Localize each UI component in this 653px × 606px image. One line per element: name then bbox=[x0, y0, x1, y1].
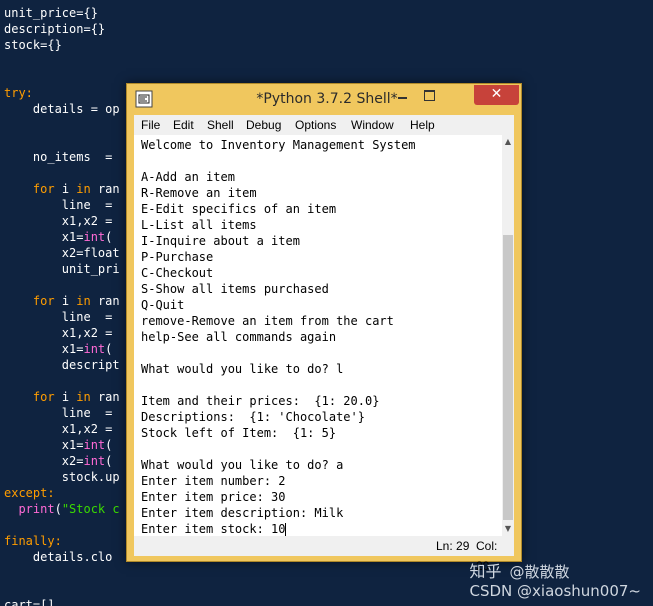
idle-app-icon bbox=[135, 90, 153, 108]
code-line: for i in ran bbox=[32, 294, 120, 308]
scroll-thumb[interactable] bbox=[503, 235, 513, 520]
menu-bar: File Edit Shell Debug Options Window Hel… bbox=[134, 115, 514, 135]
minimize-button[interactable] bbox=[389, 85, 416, 105]
python-shell-window[interactable]: *Python 3.7.2 Shell* ✕ File Edit Shell D… bbox=[126, 83, 522, 573]
shell-line: Descriptions: {1: 'Chocolate'} bbox=[141, 410, 365, 424]
code-line: try: bbox=[4, 86, 33, 100]
menu-window[interactable]: Window bbox=[351, 115, 394, 135]
code-line: cart=[] bbox=[4, 598, 55, 606]
shell-line: Q-Quit bbox=[141, 298, 185, 312]
shell-line: Enter item number: 2 bbox=[141, 474, 286, 488]
close-button[interactable]: ✕ bbox=[474, 85, 519, 105]
code-line: line = bbox=[4, 406, 113, 420]
code-line: description={} bbox=[4, 22, 106, 36]
code-line: unit_price={} bbox=[4, 6, 98, 20]
watermark-brand: 知乎 bbox=[469, 562, 502, 581]
shell-line: Enter item stock: 10 bbox=[141, 522, 286, 536]
code-line: for i in ran bbox=[32, 182, 120, 196]
shell-line: remove-Remove an item from the cart bbox=[141, 314, 394, 328]
menu-shell[interactable]: Shell bbox=[207, 115, 234, 135]
code-line: print("Stock c bbox=[18, 502, 120, 516]
maximize-icon bbox=[424, 90, 435, 101]
shell-line: Enter item price: 30 bbox=[141, 490, 286, 504]
shell-line: S-Show all items purchased bbox=[141, 282, 329, 296]
shell-line: C-Checkout bbox=[141, 266, 214, 280]
code-line: line = bbox=[4, 198, 113, 212]
shell-line: A-Add an item bbox=[141, 170, 235, 184]
shell-line: R-Remove an item bbox=[141, 186, 257, 200]
minimize-icon bbox=[398, 97, 407, 99]
maximize-button[interactable] bbox=[416, 85, 443, 105]
code-line: x1=int( bbox=[4, 342, 113, 356]
code-line: no_items = bbox=[4, 150, 113, 164]
code-line: x1,x2 = bbox=[4, 422, 113, 436]
menu-debug[interactable]: Debug bbox=[246, 115, 281, 135]
status-bar: Ln: 29 Col: 20 bbox=[134, 536, 514, 573]
column-number: Col: 20 bbox=[476, 539, 498, 573]
code-line: x1=int( bbox=[4, 230, 113, 244]
shell-line: E-Edit specifics of an item bbox=[141, 202, 337, 216]
code-line: x2=float bbox=[4, 246, 120, 260]
code-line: x2=int( bbox=[4, 454, 113, 468]
watermark-author: @散散散 bbox=[509, 563, 570, 581]
menu-file[interactable]: File bbox=[141, 115, 160, 135]
scroll-down-arrow-icon[interactable]: ▼ bbox=[502, 522, 514, 536]
shell-line: Stock left of Item: {1: 5} bbox=[141, 426, 337, 440]
code-line: finally: bbox=[4, 534, 62, 548]
line-number: Ln: 29 bbox=[436, 539, 470, 553]
scroll-up-arrow-icon[interactable]: ▲ bbox=[502, 135, 514, 149]
shell-line: What would you like to do? l bbox=[141, 362, 344, 376]
shell-line: Enter item description: Milk bbox=[141, 506, 344, 520]
watermark: 知乎 @散散散 CSDN @xiaoshun007~ bbox=[470, 558, 641, 600]
shell-line: What would you like to do? a bbox=[141, 458, 344, 472]
code-line: descript bbox=[4, 358, 120, 372]
code-line: line = bbox=[4, 310, 113, 324]
code-line: x1,x2 = bbox=[4, 214, 113, 228]
code-line: except: bbox=[4, 486, 55, 500]
close-icon: ✕ bbox=[490, 86, 503, 102]
shell-line: L-List all items bbox=[141, 218, 257, 232]
shell-line: I-Inquire about a item bbox=[141, 234, 300, 248]
code-line: details.clo bbox=[4, 550, 113, 564]
code-line: for i in ran bbox=[32, 390, 120, 404]
code-line: stock.up bbox=[4, 470, 120, 484]
shell-output-area[interactable]: Welcome to Inventory Management System A-… bbox=[134, 135, 502, 536]
menu-options[interactable]: Options bbox=[295, 115, 336, 135]
text-cursor bbox=[285, 523, 287, 536]
code-line: x1=int( bbox=[4, 438, 113, 452]
shell-line: help-See all commands again bbox=[141, 330, 337, 344]
watermark-csdn: CSDN @xiaoshun007~ bbox=[469, 582, 641, 600]
code-line: unit_pri bbox=[4, 262, 120, 276]
code-line: x1,x2 = bbox=[4, 326, 113, 340]
shell-line: Welcome to Inventory Management System bbox=[141, 138, 416, 152]
title-bar[interactable]: *Python 3.7.2 Shell* ✕ bbox=[127, 84, 521, 115]
code-line: details = op bbox=[4, 102, 120, 116]
shell-line: Item and their prices: {1: 20.0} bbox=[141, 394, 380, 408]
menu-help[interactable]: Help bbox=[410, 115, 435, 135]
shell-line: P-Purchase bbox=[141, 250, 214, 264]
vertical-scrollbar[interactable]: ▲ ▼ bbox=[502, 135, 514, 536]
code-line: stock={} bbox=[4, 38, 62, 52]
menu-edit[interactable]: Edit bbox=[173, 115, 194, 135]
